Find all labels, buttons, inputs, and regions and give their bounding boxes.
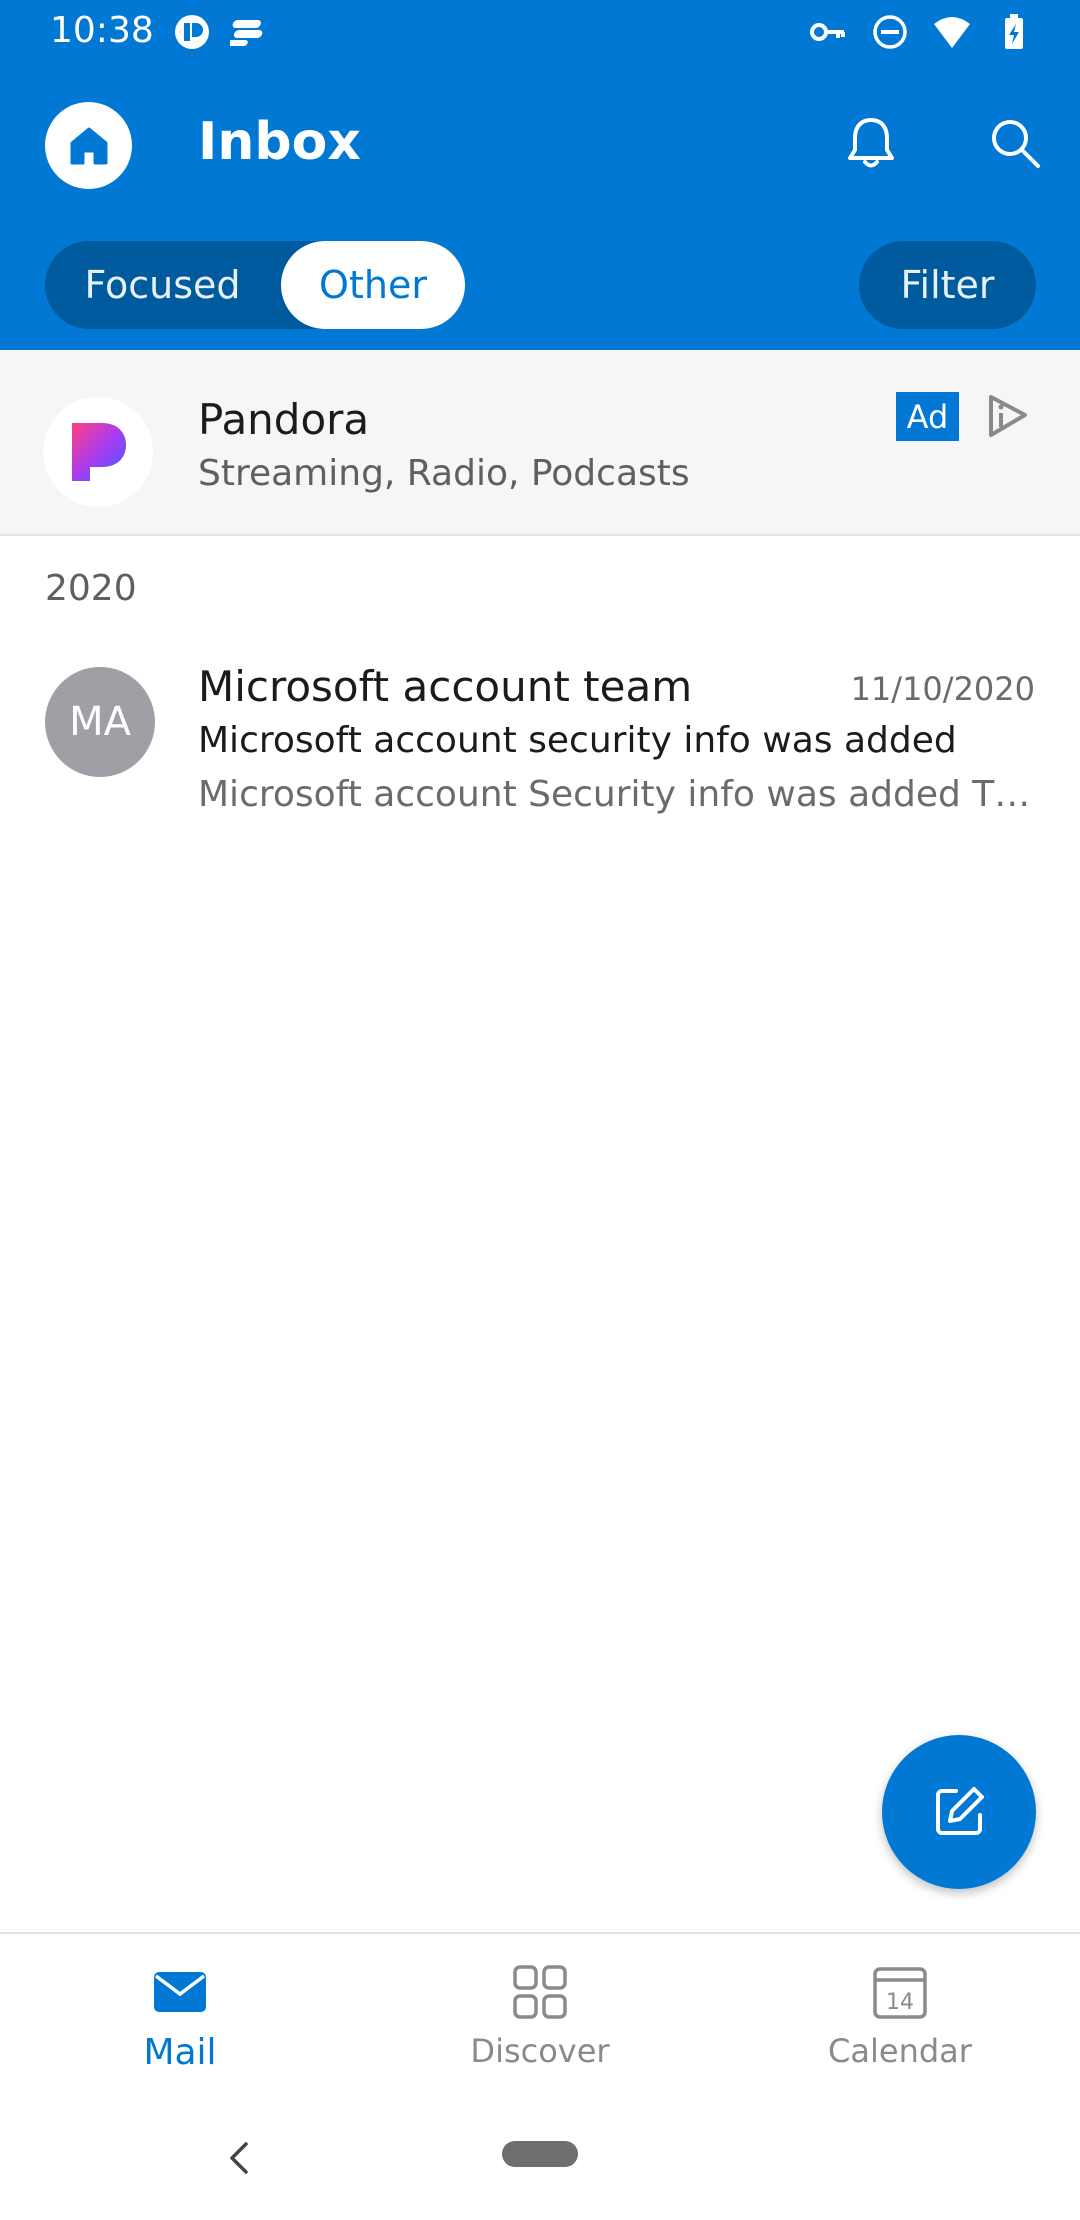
- notification-app-icon: [175, 15, 209, 49]
- mail-date: 11/10/2020: [850, 670, 1035, 708]
- mail-subject: Microsoft account security info was adde…: [198, 720, 957, 761]
- mail-icon: [154, 1972, 206, 2012]
- status-bar: 10:38: [0, 0, 1080, 66]
- calendar-day-number: 14: [886, 1990, 914, 2015]
- nav-calendar-label: Calendar: [828, 2032, 972, 2070]
- search-icon[interactable]: [982, 110, 1048, 176]
- tab-focused[interactable]: Focused: [45, 241, 280, 329]
- nav-mail[interactable]: Mail: [0, 1934, 360, 2100]
- tab-other[interactable]: Other: [281, 241, 465, 329]
- nav-calendar[interactable]: 14 Calendar: [720, 1934, 1080, 2100]
- back-chevron-icon[interactable]: [220, 2138, 260, 2178]
- nav-discover-label: Discover: [470, 2032, 610, 2070]
- status-time: 10:38: [50, 10, 154, 51]
- mail-sender: Microsoft account team: [198, 662, 693, 711]
- wifi-icon: [934, 17, 970, 48]
- compose-button[interactable]: [882, 1735, 1036, 1889]
- grid-icon: [513, 1965, 567, 2019]
- ad-badge: Ad: [896, 392, 959, 441]
- nav-mail-label: Mail: [143, 2032, 217, 2073]
- pandora-logo: [43, 397, 153, 507]
- calendar-icon: 14: [873, 1967, 927, 2019]
- ad-subtitle: Streaming, Radio, Podcasts: [198, 453, 690, 494]
- home-button[interactable]: [45, 102, 132, 189]
- nav-discover[interactable]: Discover: [360, 1934, 720, 2100]
- bottom-navigation: Mail Discover 14 Calendar: [0, 1932, 1080, 2098]
- ad-title: Pandora: [198, 395, 370, 444]
- ad-row[interactable]: Pandora Streaming, Radio, Podcasts Ad: [0, 350, 1080, 536]
- mail-list-item[interactable]: MA Microsoft account team 11/10/2020 Mic…: [0, 640, 1080, 840]
- vpn-key-icon: [810, 23, 845, 41]
- section-header-year: 2020: [45, 568, 137, 609]
- system-home-pill[interactable]: [502, 2141, 578, 2167]
- mail-preview: Microsoft account Security info was adde…: [198, 774, 1038, 815]
- inbox-segment-control: Focused Other: [45, 241, 465, 329]
- sender-avatar: MA: [45, 667, 155, 777]
- compose-icon: [936, 1787, 984, 1835]
- page-title: Inbox: [198, 112, 361, 172]
- home-icon: [70, 127, 107, 164]
- app-header: 10:38 Inbox Focused Other Filter: [0, 0, 1080, 350]
- notification-stack-icon: [230, 20, 263, 46]
- ad-choices-icon[interactable]: [985, 393, 1031, 439]
- notifications-bell-icon[interactable]: [838, 110, 904, 176]
- status-system-icons: [808, 12, 1034, 52]
- status-notification-icons: [172, 12, 270, 52]
- battery-charging-icon: [1005, 14, 1023, 49]
- pandora-logo-icon: [72, 423, 126, 481]
- filter-button[interactable]: Filter: [859, 241, 1036, 329]
- do-not-disturb-icon: [873, 15, 907, 49]
